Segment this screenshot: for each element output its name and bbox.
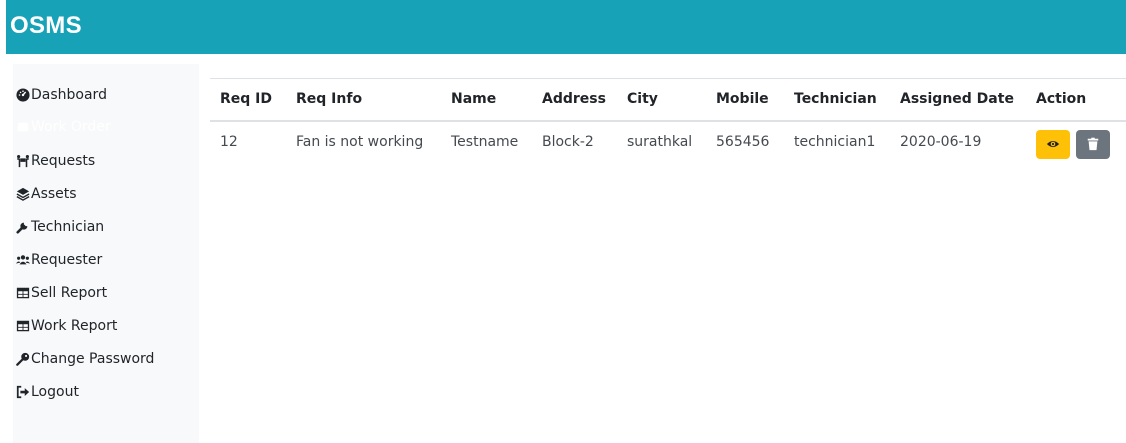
col-header-assigned-date: Assigned Date (890, 78, 1026, 122)
table-icon (16, 286, 30, 300)
sidebar-item-dashboard[interactable]: Dashboard (16, 87, 107, 103)
sidebar-item-label: Requests (31, 153, 96, 169)
cell-technician: technician1 (794, 133, 876, 150)
sidebar-item-label: Work Order (31, 119, 111, 135)
col-header-address: Address (532, 78, 617, 122)
sidebar-item-requests[interactable]: Requests (16, 153, 95, 169)
users-icon (16, 253, 30, 267)
sidebar-item-work-order[interactable]: Work Order (16, 119, 111, 135)
sidebar-item-logout[interactable]: Logout (16, 384, 79, 400)
layer-group-icon (16, 187, 30, 201)
sign-out-icon (16, 385, 30, 399)
sidebar-item-label: Work Report (31, 318, 118, 334)
main-content: Req ID Req Info Name Address City Mobile… (210, 78, 1126, 173)
sidebar-item-label: Assets (31, 186, 77, 202)
col-header-action: Action (1026, 78, 1126, 122)
cell-name: Testname (451, 133, 519, 150)
sidebar-item-label: Change Password (31, 351, 155, 367)
tachometer-icon (16, 88, 30, 102)
wrench-icon (16, 220, 30, 234)
col-header-technician: Technician (784, 78, 890, 122)
col-header-mobile: Mobile (706, 78, 784, 122)
col-header-req-id: Req ID (210, 78, 286, 122)
table-row: 12 Fan is not working Testname Block-2 s… (210, 121, 1126, 173)
table-header-row: Req ID Req Info Name Address City Mobile… (210, 78, 1126, 122)
sidebar-item-label: Logout (31, 384, 79, 400)
cell-mobile: 565456 (716, 133, 770, 150)
eye-icon (1046, 140, 1060, 148)
sidebar-item-requester[interactable]: Requester (16, 252, 102, 268)
cell-req-id: 12 (220, 133, 238, 150)
sidebar-item-assets[interactable]: Assets (16, 186, 77, 202)
sidebar-item-label: Technician (31, 219, 105, 235)
col-header-req-info: Req Info (286, 78, 441, 122)
navbar-edge (0, 0, 6, 54)
top-navbar: OSMS (0, 0, 1126, 54)
people-carry-icon (16, 154, 30, 168)
cell-req-info: Fan is not working (296, 133, 424, 150)
delete-button[interactable] (1076, 129, 1110, 159)
key-icon (16, 352, 30, 366)
view-button[interactable] (1036, 129, 1070, 159)
col-header-city: City (617, 78, 706, 122)
brand-title[interactable]: OSMS (10, 12, 82, 40)
requests-table: Req ID Req Info Name Address City Mobile… (210, 78, 1126, 173)
sidebar-item-sell-report[interactable]: Sell Report (16, 285, 107, 301)
table-icon (16, 319, 30, 333)
sidebar-item-work-report[interactable]: Work Report (16, 318, 117, 334)
cell-city: surathkal (627, 133, 693, 150)
col-header-name: Name (441, 78, 532, 122)
sidebar-item-label: Dashboard (31, 87, 107, 103)
cell-address: Block-2 (542, 133, 594, 150)
fab-icon (16, 120, 30, 134)
cell-action (1026, 121, 1126, 173)
sidebar-item-label: Sell Report (31, 285, 108, 301)
sidebar-item-technician[interactable]: Technician (16, 219, 104, 235)
sidebar-item-label: Requester (31, 252, 103, 268)
trash-icon (1087, 137, 1099, 151)
cell-assigned-date: 2020-06-19 (900, 133, 982, 150)
sidebar-item-change-password[interactable]: Change Password (16, 351, 154, 367)
